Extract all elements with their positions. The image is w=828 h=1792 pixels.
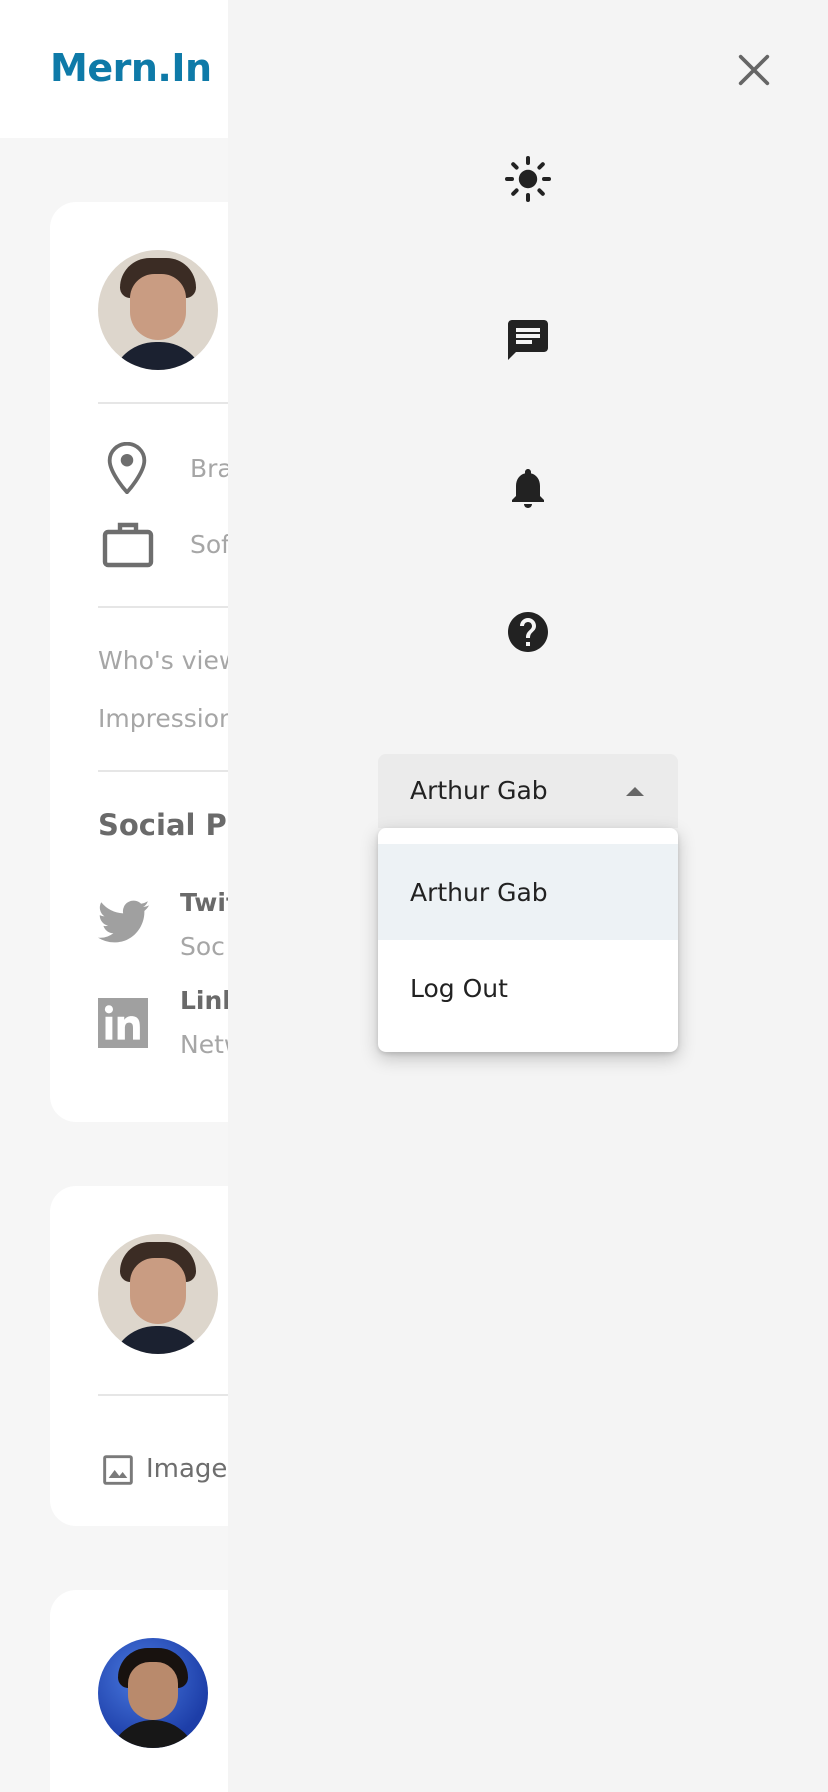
arrow-up-icon [626,787,644,796]
impressions-label: Impression [98,704,235,733]
location-icon [107,442,147,494]
notification-icon[interactable] [504,464,552,512]
menu-item-user[interactable]: Arthur Gab [378,844,678,940]
message-icon[interactable] [504,316,552,364]
user-avatar[interactable] [98,250,218,370]
linkedin-icon [98,998,148,1048]
viewers-label: Who's view [98,646,240,675]
menu-item-logout[interactable]: Log Out [378,940,678,1036]
social-type: Soc [180,932,225,961]
twitter-icon [98,900,150,943]
app-logo[interactable]: Mern.In [50,46,212,90]
social-profiles-heading: Social Pr [98,808,242,842]
light-mode-icon[interactable] [504,155,552,203]
user-dropdown-menu: Arthur Gab Log Out [378,828,678,1052]
user-select-value: Arthur Gab [410,776,548,805]
image-upload-label[interactable]: Image [146,1454,227,1484]
friend-avatar[interactable] [98,1638,208,1748]
mobile-menu-drawer: Arthur Gab Arthur Gab Log Out [228,0,828,1792]
user-select[interactable]: Arthur Gab [378,754,678,828]
occupation-text: Sof [190,530,230,559]
location-text: Bra [190,454,233,483]
image-icon [103,1455,133,1485]
close-icon[interactable] [734,50,774,90]
briefcase-icon [102,522,154,568]
help-icon[interactable] [504,608,552,656]
user-avatar[interactable] [98,1234,218,1354]
